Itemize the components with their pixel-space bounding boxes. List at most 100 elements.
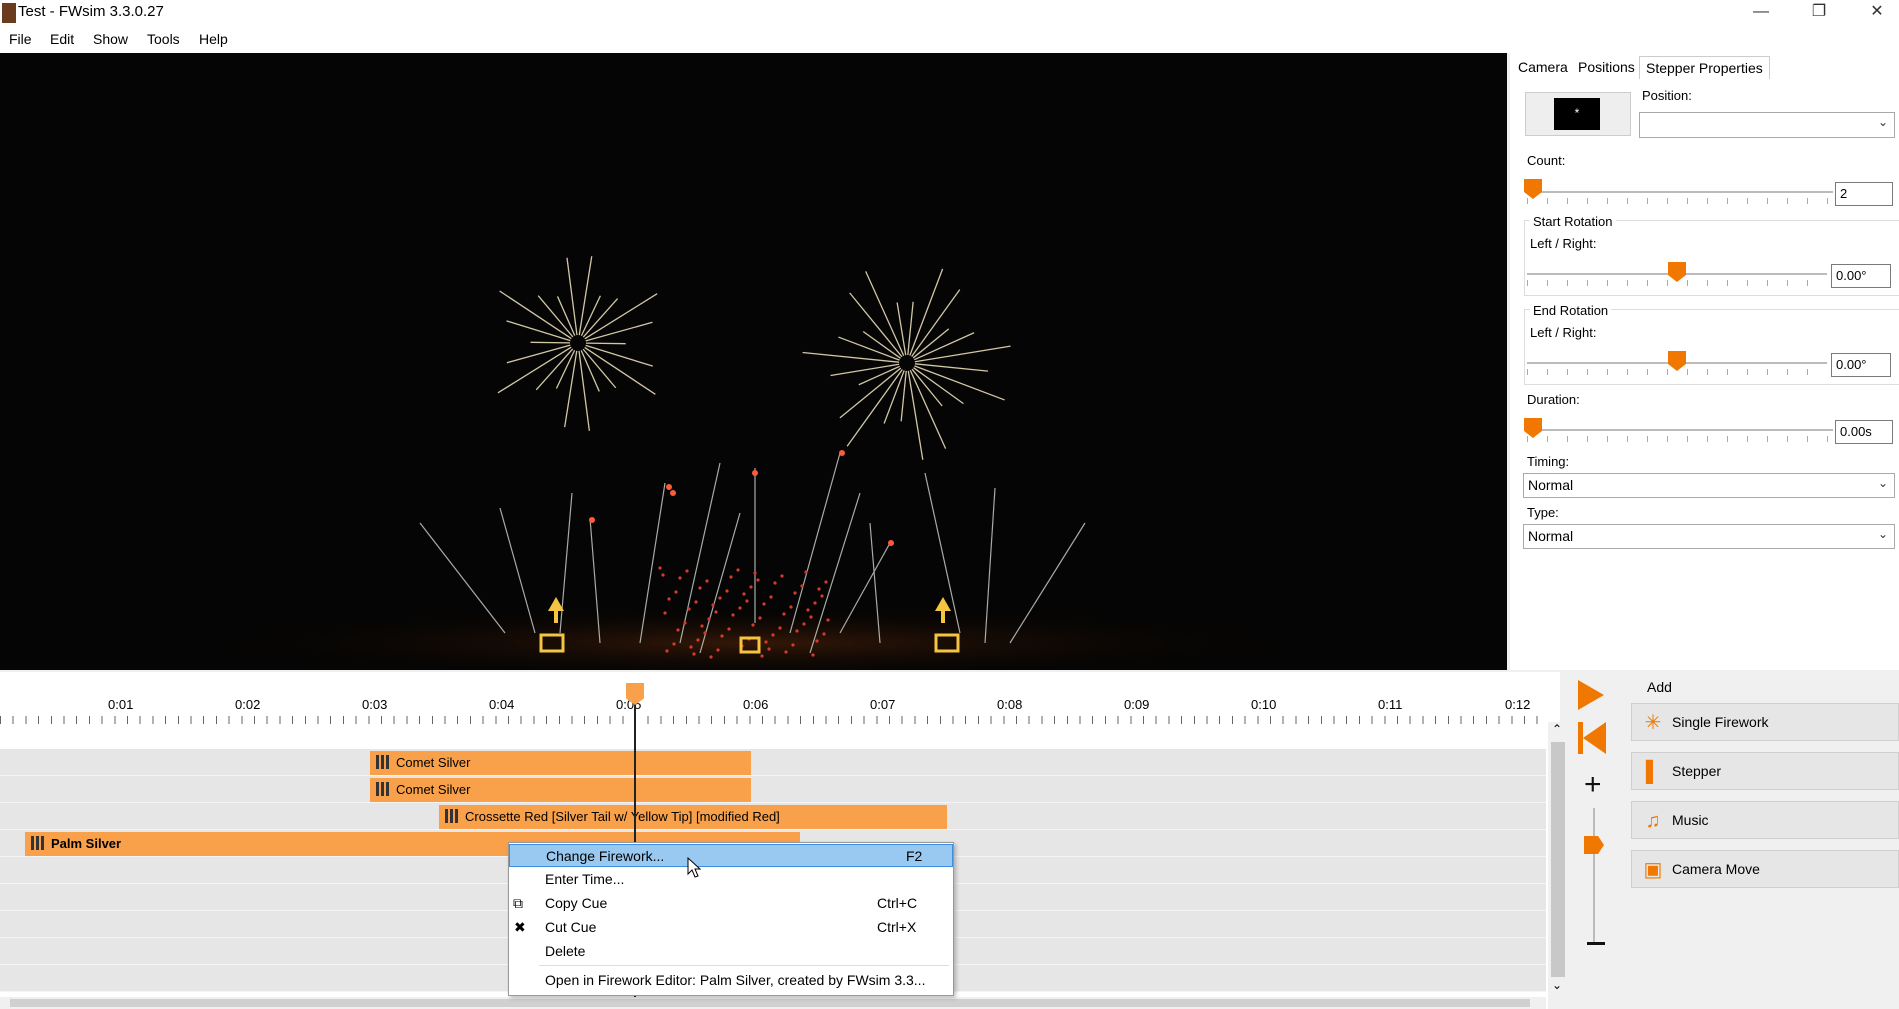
duration-slider-ticks bbox=[1527, 436, 1833, 442]
context-menu: Change Firework... F2 Enter Time... ⧉ Co… bbox=[508, 842, 954, 996]
cue-comet-silver[interactable]: Comet Silver bbox=[370, 751, 751, 775]
scrollbar-thumb[interactable] bbox=[1551, 742, 1565, 977]
add-music-button[interactable]: ♫ Music bbox=[1631, 801, 1899, 839]
scroll-up-icon[interactable]: ⌃ bbox=[1552, 722, 1562, 736]
tick-label: 0:11 bbox=[1378, 697, 1403, 712]
menu-show[interactable]: Show bbox=[93, 31, 128, 47]
firework-preview[interactable] bbox=[0, 53, 1507, 670]
ruler-ticks bbox=[0, 716, 1546, 724]
menu-help[interactable]: Help bbox=[199, 31, 228, 47]
tick-label: 0:06 bbox=[743, 697, 769, 712]
type-label: Type: bbox=[1527, 505, 1559, 520]
stepper-icon bbox=[31, 836, 45, 850]
cue-crossette-red[interactable]: Crossette Red [Silver Tail w/ Yellow Tip… bbox=[439, 805, 947, 829]
start-rotation-title: Start Rotation bbox=[1530, 214, 1616, 229]
duration-input[interactable]: 0.00s bbox=[1835, 420, 1893, 444]
mouse-cursor-icon bbox=[687, 857, 702, 878]
timeline-vertical-scrollbar[interactable]: ⌃ ⌄ bbox=[1548, 722, 1570, 1009]
tab-camera[interactable]: Camera bbox=[1512, 56, 1574, 78]
end-rotation-title: End Rotation bbox=[1530, 303, 1612, 318]
cue-label: Comet Silver bbox=[396, 755, 471, 770]
count-slider-track[interactable] bbox=[1527, 191, 1833, 193]
camera-icon: ▣ bbox=[1643, 859, 1663, 881]
tick-label: 0:01 bbox=[108, 697, 134, 712]
timing-select[interactable]: Normal ⌄ bbox=[1523, 473, 1895, 498]
cue-label: Crossette Red [Silver Tail w/ Yellow Tip… bbox=[465, 809, 780, 824]
scrollbar-thumb[interactable] bbox=[10, 999, 1530, 1007]
add-camera-move-button[interactable]: ▣ Camera Move bbox=[1631, 850, 1899, 888]
tick-label: 0:08 bbox=[997, 697, 1023, 712]
preview-thumbnail[interactable]: * bbox=[1525, 92, 1631, 136]
duration-label: Duration: bbox=[1527, 392, 1580, 407]
tick-label: 0:04 bbox=[489, 697, 515, 712]
tick-label: 0:03 bbox=[362, 697, 388, 712]
menu-separator bbox=[539, 965, 949, 966]
menu-item-copy-cue[interactable]: ⧉ Copy Cue Ctrl+C bbox=[509, 892, 953, 915]
end-rotation-label: Left / Right: bbox=[1530, 325, 1597, 340]
type-select[interactable]: Normal ⌄ bbox=[1523, 524, 1895, 549]
position-label: Position: bbox=[1642, 88, 1692, 103]
time-ruler[interactable] bbox=[0, 672, 1546, 727]
tick-label: 0:02 bbox=[235, 697, 261, 712]
chevron-down-icon: ⌄ bbox=[1877, 476, 1888, 490]
music-note-icon: ♫ bbox=[1645, 810, 1661, 832]
duration-slider-track[interactable] bbox=[1527, 429, 1833, 431]
maximize-icon[interactable]: ❐ bbox=[1796, 0, 1842, 26]
close-icon[interactable]: ✕ bbox=[1854, 0, 1899, 26]
menu-bar bbox=[0, 26, 1899, 53]
chevron-down-icon: ⌄ bbox=[1877, 115, 1888, 129]
zoom-slider-thumb[interactable] bbox=[1584, 836, 1604, 854]
window-title: Test - FWsim 3.3.0.27 bbox=[18, 3, 164, 20]
scissors-icon: ✖ bbox=[514, 919, 526, 935]
tick-label: 0:07 bbox=[870, 697, 896, 712]
start-rotation-label: Left / Right: bbox=[1530, 236, 1597, 251]
burst-icon: ✳ bbox=[1644, 712, 1662, 734]
minimize-icon[interactable]: — bbox=[1738, 0, 1784, 26]
menu-item-delete[interactable]: Delete bbox=[509, 940, 953, 963]
stepper-icon bbox=[445, 809, 459, 823]
timing-label: Timing: bbox=[1527, 454, 1570, 469]
add-panel-title: Add bbox=[1647, 679, 1672, 695]
thumbnail-image: * bbox=[1554, 98, 1600, 130]
rewind-icon[interactable] bbox=[1578, 722, 1606, 754]
cue-label: Palm Silver bbox=[51, 836, 122, 851]
zoom-in-icon[interactable]: + bbox=[1584, 770, 1602, 800]
copy-icon: ⧉ bbox=[513, 895, 523, 911]
chevron-down-icon: ⌄ bbox=[1877, 527, 1888, 541]
type-value: Normal bbox=[1528, 528, 1574, 544]
menu-tools[interactable]: Tools bbox=[147, 31, 180, 47]
stepper-icon bbox=[376, 782, 390, 796]
fireworks-scene bbox=[0, 53, 1507, 670]
zoom-slider-track[interactable] bbox=[1593, 808, 1595, 944]
stepper-icon: ▌ bbox=[1645, 761, 1661, 783]
count-slider-ticks bbox=[1527, 198, 1833, 204]
tab-positions[interactable]: Positions bbox=[1572, 56, 1641, 78]
menu-edit[interactable]: Edit bbox=[50, 31, 74, 47]
tab-stepper-properties[interactable]: Stepper Properties bbox=[1639, 56, 1770, 79]
end-rotation-input[interactable]: 0.00° bbox=[1831, 353, 1891, 377]
menu-item-open-in-editor[interactable]: Open in Firework Editor: Palm Silver, cr… bbox=[509, 969, 953, 992]
cue-comet-silver[interactable]: Comet Silver bbox=[370, 778, 751, 802]
menu-item-enter-time[interactable]: Enter Time... bbox=[509, 868, 953, 891]
track-row[interactable] bbox=[0, 749, 1546, 776]
menu-file[interactable]: File bbox=[9, 31, 32, 47]
title-bar bbox=[0, 0, 1899, 26]
count-label: Count: bbox=[1527, 153, 1566, 168]
timeline-horizontal-scrollbar[interactable] bbox=[0, 997, 1546, 1009]
add-single-firework-button[interactable]: ✳ Single Firework bbox=[1631, 703, 1899, 741]
timing-value: Normal bbox=[1528, 477, 1574, 493]
count-input[interactable]: 2 bbox=[1835, 182, 1893, 206]
play-icon[interactable] bbox=[1578, 680, 1604, 710]
tick-label: 0:10 bbox=[1251, 697, 1277, 712]
start-rotation-input[interactable]: 0.00° bbox=[1831, 264, 1891, 288]
scroll-down-icon[interactable]: ⌄ bbox=[1552, 978, 1562, 992]
menu-item-change-firework[interactable]: Change Firework... F2 bbox=[509, 844, 953, 867]
tick-label: 0:09 bbox=[1124, 697, 1150, 712]
cue-label: Comet Silver bbox=[396, 782, 471, 797]
add-stepper-button[interactable]: ▌ Stepper bbox=[1631, 752, 1899, 790]
track-row[interactable] bbox=[0, 776, 1546, 803]
zoom-out-icon[interactable] bbox=[1587, 942, 1605, 945]
position-select[interactable]: ⌄ bbox=[1639, 112, 1895, 138]
tick-label: 0:12 bbox=[1505, 697, 1531, 712]
menu-item-cut-cue[interactable]: ✖ Cut Cue Ctrl+X bbox=[509, 916, 953, 939]
